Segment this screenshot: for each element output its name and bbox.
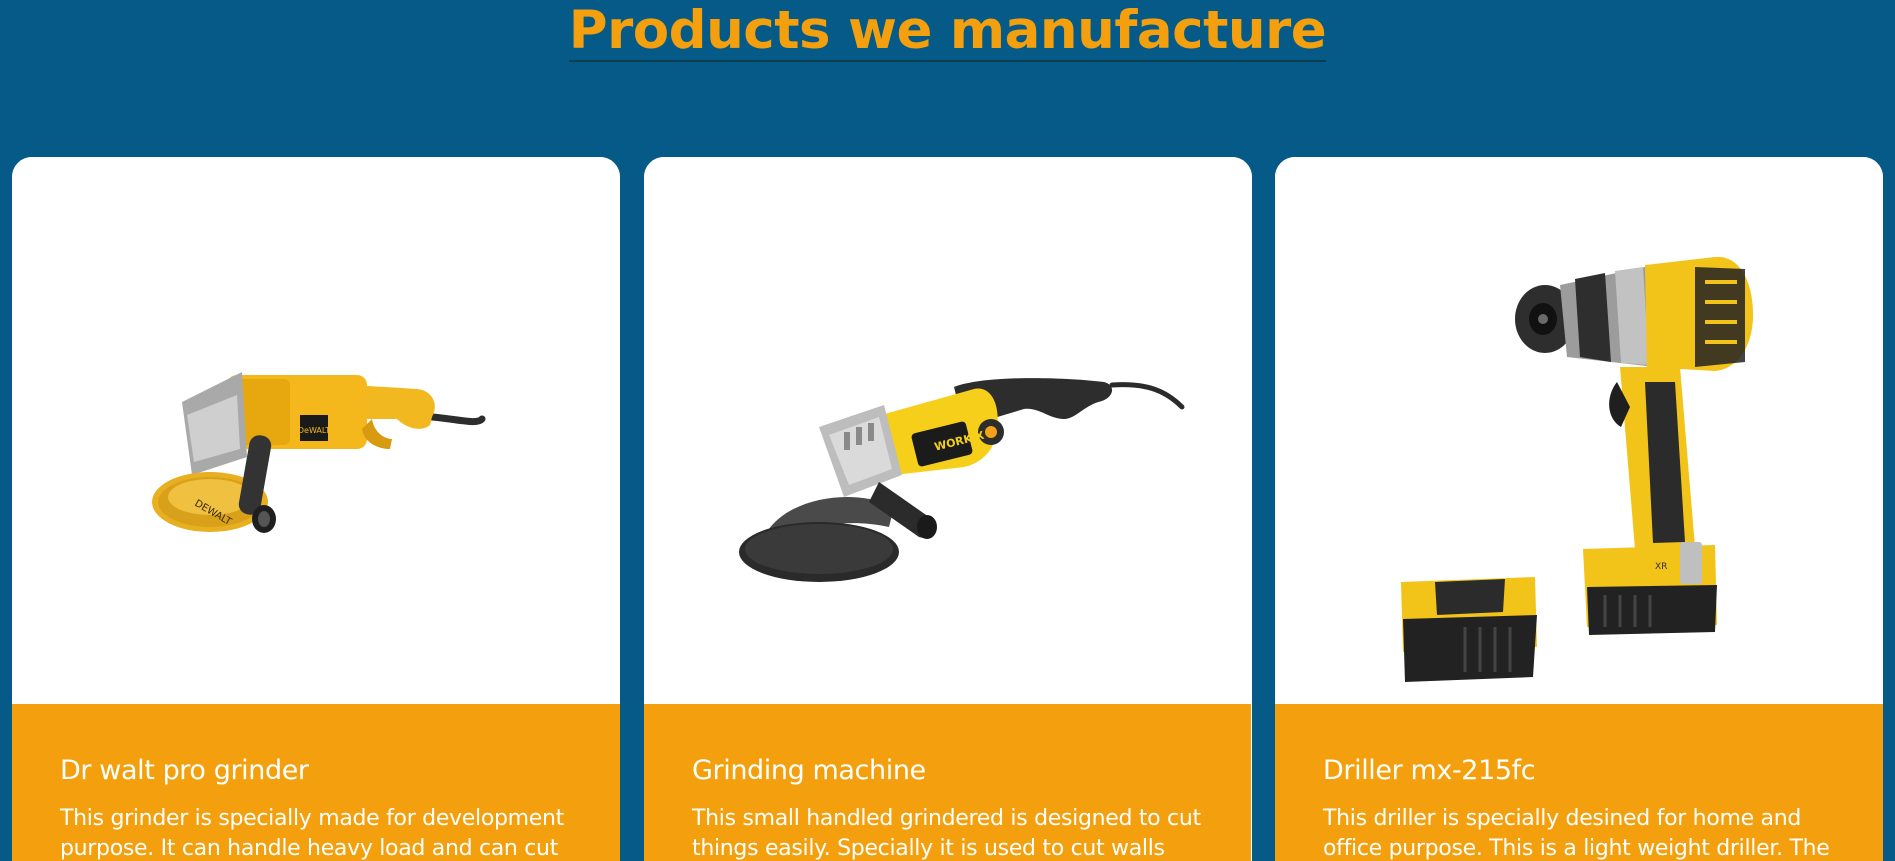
product-image: DeWALT DEWALT (12, 157, 620, 704)
product-card[interactable]: DeWALT DEWALT Dr walt pro grinder This g… (12, 157, 620, 861)
brand-logo-text: DeWALT (298, 426, 330, 435)
product-info: Dr walt pro grinder This grinder is spec… (12, 704, 620, 861)
section-header: Products we manufacture (0, 0, 1895, 62)
product-info: Driller mx-215fc This driller is special… (1275, 704, 1883, 861)
brand-logo-text: XR (1655, 562, 1667, 572)
angle-grinder-dewalt-icon: DeWALT DEWALT (152, 372, 486, 533)
product-card[interactable]: WORK X Grinding machine This small handl… (644, 157, 1252, 861)
product-card[interactable]: XR Driller mx-215fc This driller is spec… (1275, 157, 1883, 861)
product-image: WORK X (644, 157, 1252, 704)
product-title[interactable]: Grinding machine (692, 754, 1203, 788)
product-description: This grinder is specially made for devel… (60, 806, 564, 861)
product-info: Grinding machine This small handled grin… (644, 704, 1252, 861)
product-title[interactable]: Dr walt pro grinder (60, 754, 572, 788)
section-title: Products we manufacture (568, 0, 1327, 62)
product-description: This driller is specially desined for ho… (1323, 806, 1830, 861)
products-page: Products we manufacture DeWALT DEWALT Dr… (0, 0, 1895, 861)
cordless-drill-icon: XR (1401, 256, 1753, 682)
product-description: This small handled grindered is designed… (692, 806, 1201, 861)
product-title[interactable]: Driller mx-215fc (1323, 754, 1835, 788)
product-image: XR (1275, 157, 1883, 704)
angle-grinder-workx-icon: WORK X (739, 378, 1185, 582)
